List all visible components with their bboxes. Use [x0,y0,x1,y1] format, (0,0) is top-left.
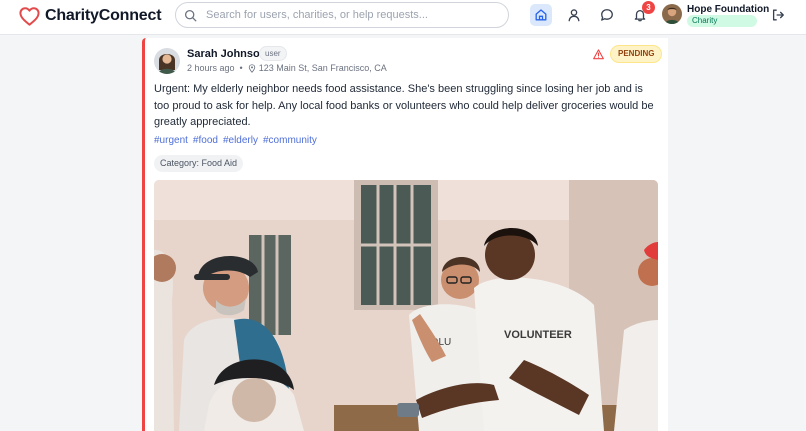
status-badge: PENDING [610,45,663,63]
current-user-avatar[interactable] [662,4,682,24]
volunteer-shirt-text: VOLUNTEER [504,329,572,341]
search-bar[interactable] [175,2,509,28]
post-body-text: Urgent: My elderly neighbor needs food a… [154,83,654,128]
volunteers-photo: VOLU VOLUNTEER [154,180,658,431]
post-location: 123 Main St, San Francisco, CA [258,63,387,73]
post-author-name[interactable]: Sarah Johnson [187,48,266,60]
tag-link[interactable]: #elderly [223,135,258,146]
post-photo[interactable]: VOLU VOLUNTEER [154,180,658,431]
current-user-name: Hope Foundation [687,4,770,15]
home-icon [535,9,547,21]
category-chip: Category: Food Aid [154,155,244,172]
author-avatar[interactable] [154,48,180,74]
post-meta: 2 hours ago • 123 Main St, San Francisco… [187,63,387,73]
tag-link[interactable]: #urgent [154,135,188,146]
nav-home-button[interactable] [530,4,552,26]
meta-separator: • [239,63,243,73]
nav-profile-button[interactable] [563,4,585,26]
logout-icon[interactable] [771,8,785,22]
post-time: 2 hours ago [187,63,235,73]
author-role-tag: user [259,46,287,61]
chat-icon [601,9,613,21]
user-icon [568,9,580,22]
heart-icon [19,6,40,26]
search-input[interactable] [206,9,496,21]
app-logo[interactable]: CharityConnect [19,5,162,27]
search-icon [184,9,197,21]
map-pin-icon [248,63,255,73]
nav-messages-button[interactable] [596,4,618,26]
warning-icon[interactable] [593,49,604,60]
post-tags: #urgent #food #elderly #community [154,135,317,146]
app-name: CharityConnect [45,7,162,24]
current-user-role-badge: Charity [687,15,757,27]
tag-link[interactable]: #food [193,135,218,146]
tag-link[interactable]: #community [263,135,317,146]
notification-count-badge: 3 [642,1,655,14]
